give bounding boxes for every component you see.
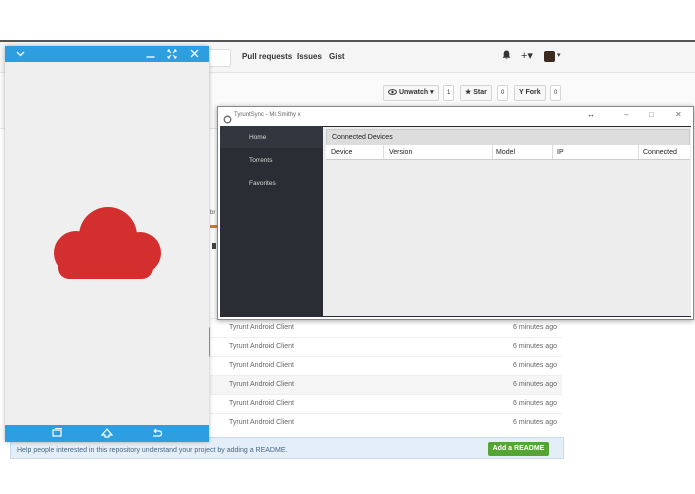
android-navbar	[5, 425, 209, 442]
column-divider[interactable]	[552, 145, 553, 159]
close-icon[interactable]	[190, 46, 199, 68]
star-icon: ★	[465, 89, 472, 96]
android-emulator	[5, 46, 209, 442]
watch-count[interactable]: 1	[443, 85, 455, 101]
fork-count[interactable]: 0	[550, 85, 562, 101]
maximize-icon[interactable]: □	[649, 110, 654, 119]
commit-time: 6 minutes ago	[513, 381, 557, 388]
sidebar: Home Torrents Favorites	[220, 126, 323, 317]
table-row[interactable]: Tyrunt Android Client 6 minutes ago	[210, 394, 562, 413]
column-header-connected[interactable]: Connected	[643, 149, 677, 163]
table-row[interactable]: Tyrunt Android Client 6 minutes ago	[210, 413, 562, 432]
devices-table-header: Device Version Model IP Connected	[326, 145, 690, 160]
column-divider[interactable]	[492, 145, 493, 159]
add-readme-button[interactable]: Add a README	[488, 442, 549, 456]
eye-icon	[388, 89, 399, 96]
sidebar-item-torrents[interactable]: Torrents	[249, 157, 272, 164]
recents-icon[interactable]	[52, 426, 63, 446]
table-row[interactable]: Tyrunt Android Client 6 minutes ago	[210, 337, 562, 356]
commit-time: 6 minutes ago	[513, 343, 557, 350]
commit-message[interactable]: Tyrunt Android Client	[229, 362, 294, 369]
table-row[interactable]: Tyrunt Android Client 6 minutes ago	[210, 375, 562, 394]
resize-icon[interactable]: ↔	[587, 110, 595, 119]
fork-icon: Y	[519, 89, 524, 96]
search-input[interactable]	[210, 49, 231, 67]
star-button[interactable]: ★ Star	[460, 85, 492, 101]
bell-icon[interactable]	[502, 50, 511, 63]
commit-time: 6 minutes ago	[513, 400, 557, 407]
unwatch-label: Unwatch ▾	[398, 89, 434, 96]
table-row[interactable]: Tyrunt Android Client 6 minutes ago	[210, 318, 562, 337]
minimize-icon[interactable]: –	[624, 110, 628, 119]
tyruntsync-window: TyruntSync - Mr.Smithy x ↔ – □ ✕ Home To…	[217, 106, 694, 320]
star-label: Star	[473, 89, 487, 96]
commit-message[interactable]: Tyrunt Android Client	[229, 400, 294, 407]
cloud-logo	[53, 206, 163, 285]
commit-message[interactable]: Tyrunt Android Client	[229, 381, 294, 388]
window-title: TyruntSync - Mr.Smithy x	[234, 112, 301, 118]
section-title: Connected Devices	[332, 134, 393, 141]
commit-message[interactable]: Tyrunt Android Client	[229, 343, 294, 350]
plus-icon[interactable]: +▾	[521, 49, 533, 62]
column-header-model[interactable]: Model	[496, 149, 515, 163]
column-divider[interactable]	[383, 145, 384, 159]
column-header-ip[interactable]: IP	[557, 149, 564, 163]
commit-message[interactable]: Tyrunt Android Client	[229, 324, 294, 331]
emulator-titlebar	[5, 46, 209, 62]
window-body: Home Torrents Favorites Connected Device…	[220, 126, 691, 317]
fork-button[interactable]: Y Fork	[514, 85, 546, 101]
avatar[interactable]	[544, 51, 555, 62]
section-header: Connected Devices	[326, 129, 690, 146]
close-icon[interactable]: ✕	[675, 110, 682, 119]
commit-message[interactable]: Tyrunt Android Client	[229, 419, 294, 426]
main-content: Connected Devices Device Version Model I…	[323, 127, 691, 316]
column-header-version[interactable]: Version	[389, 149, 412, 163]
partial-icon	[212, 243, 216, 249]
back-icon[interactable]	[151, 426, 163, 446]
star-count[interactable]: 0	[497, 85, 509, 101]
readme-text: Help people interested in this repositor…	[17, 447, 288, 454]
sidebar-item-favorites[interactable]: Favorites	[249, 180, 276, 187]
nav-gist[interactable]: Gist	[329, 52, 345, 61]
nav-pull-requests[interactable]: Pull requests	[242, 52, 292, 61]
fullscreen-icon[interactable]	[167, 46, 177, 68]
table-row[interactable]: Tyrunt Android Client 6 minutes ago	[210, 356, 562, 375]
nav-issues[interactable]: Issues	[297, 52, 322, 61]
window-titlebar[interactable]: TyruntSync - Mr.Smithy x ↔ – □ ✕	[218, 107, 693, 125]
sidebar-selection	[220, 126, 323, 148]
chevron-down-icon[interactable]	[16, 46, 25, 68]
home-icon[interactable]	[100, 426, 114, 446]
chevron-down-icon[interactable]: ▾	[557, 51, 561, 59]
sidebar-item-home[interactable]: Home	[249, 134, 266, 141]
minimize-icon[interactable]	[146, 46, 155, 68]
fork-label: Fork	[525, 89, 541, 96]
column-divider[interactable]	[638, 145, 639, 159]
commit-time: 6 minutes ago	[513, 419, 557, 426]
commit-time: 6 minutes ago	[513, 362, 557, 369]
commit-time: 6 minutes ago	[513, 324, 557, 331]
column-header-device[interactable]: Device	[331, 149, 352, 163]
unwatch-button[interactable]: Unwatch ▾	[383, 85, 439, 101]
partial-text: br	[210, 210, 216, 216]
